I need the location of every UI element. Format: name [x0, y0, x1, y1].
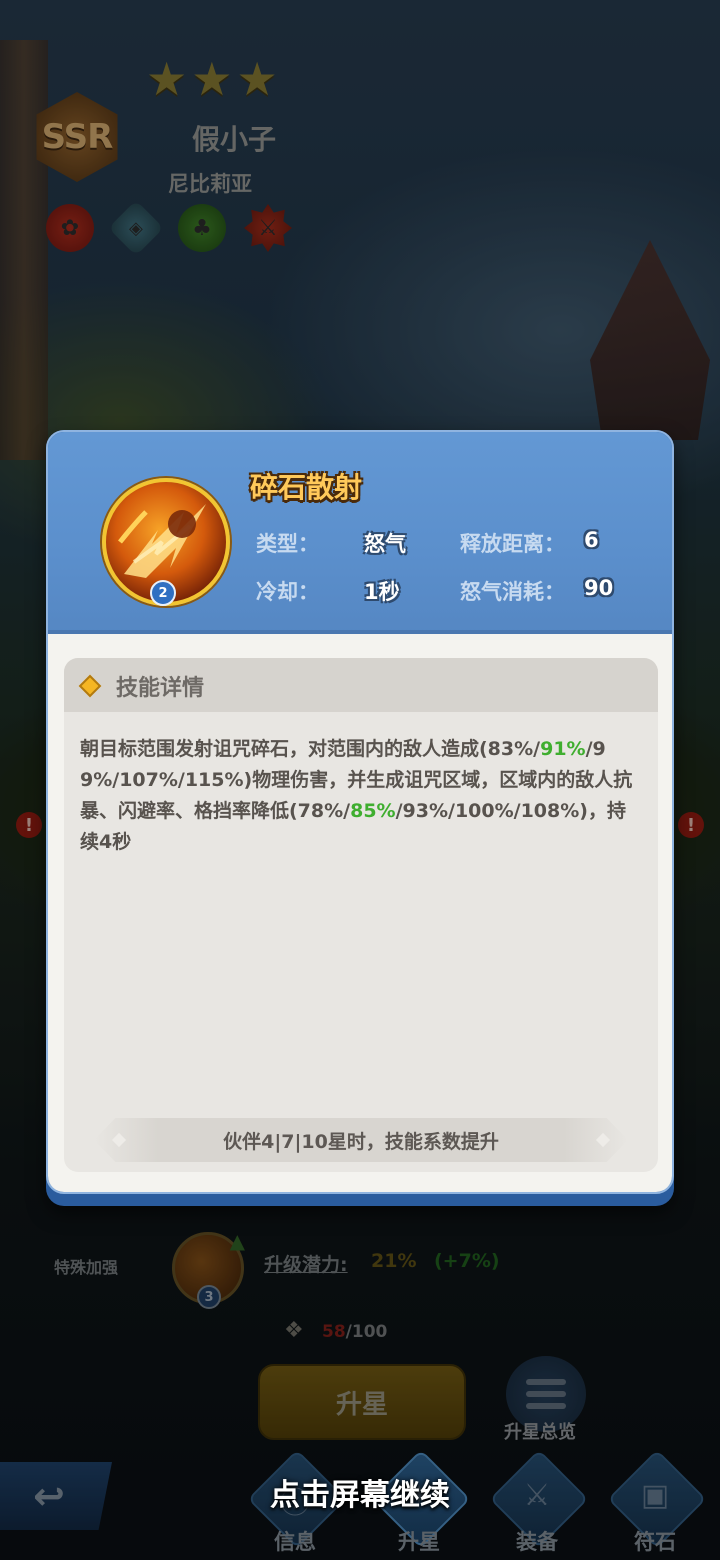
- stat-label-rage-cost: 怒气消耗：: [460, 580, 565, 604]
- skill-detail-card: 技能详情 朝目标范围发射诅咒碎石，对范围内的敌人造成(83%/91%/99%/1…: [64, 658, 658, 1172]
- stat-label-range: 释放距离：: [460, 532, 565, 556]
- stat-label-cooldown: 冷却：: [256, 580, 319, 604]
- skill-level-badge: 2: [150, 580, 176, 606]
- stat-label-type: 类型：: [256, 532, 319, 556]
- diamond-icon: [78, 674, 102, 698]
- skill-name: 碎石散射: [250, 471, 363, 504]
- stat-value-range: 6: [584, 528, 599, 552]
- stat-value-rage-cost: 90: [584, 576, 614, 600]
- stat-value-cooldown: 1秒: [364, 580, 400, 604]
- detail-header: 技能详情: [64, 658, 658, 712]
- tap-to-continue[interactable]: 点击屏幕继续: [0, 1470, 720, 1514]
- detail-title: 技能详情: [116, 676, 205, 701]
- skill-detail-popup: 2 碎石散射 类型： 怒气 释放距离： 6 冷却： 1秒 怒气消耗： 90 技能…: [46, 430, 674, 1206]
- popup-header: 2 碎石散射 类型： 怒气 释放距离： 6 冷却： 1秒 怒气消耗： 90: [48, 432, 672, 634]
- star-bonus-note: 伙伴4|7|10星时，技能系数提升: [94, 1118, 628, 1162]
- stat-value-type: 怒气: [364, 532, 406, 556]
- skill-description: 朝目标范围发射诅咒碎石，对范围内的敌人造成(83%/91%/99%/107%/1…: [80, 738, 633, 853]
